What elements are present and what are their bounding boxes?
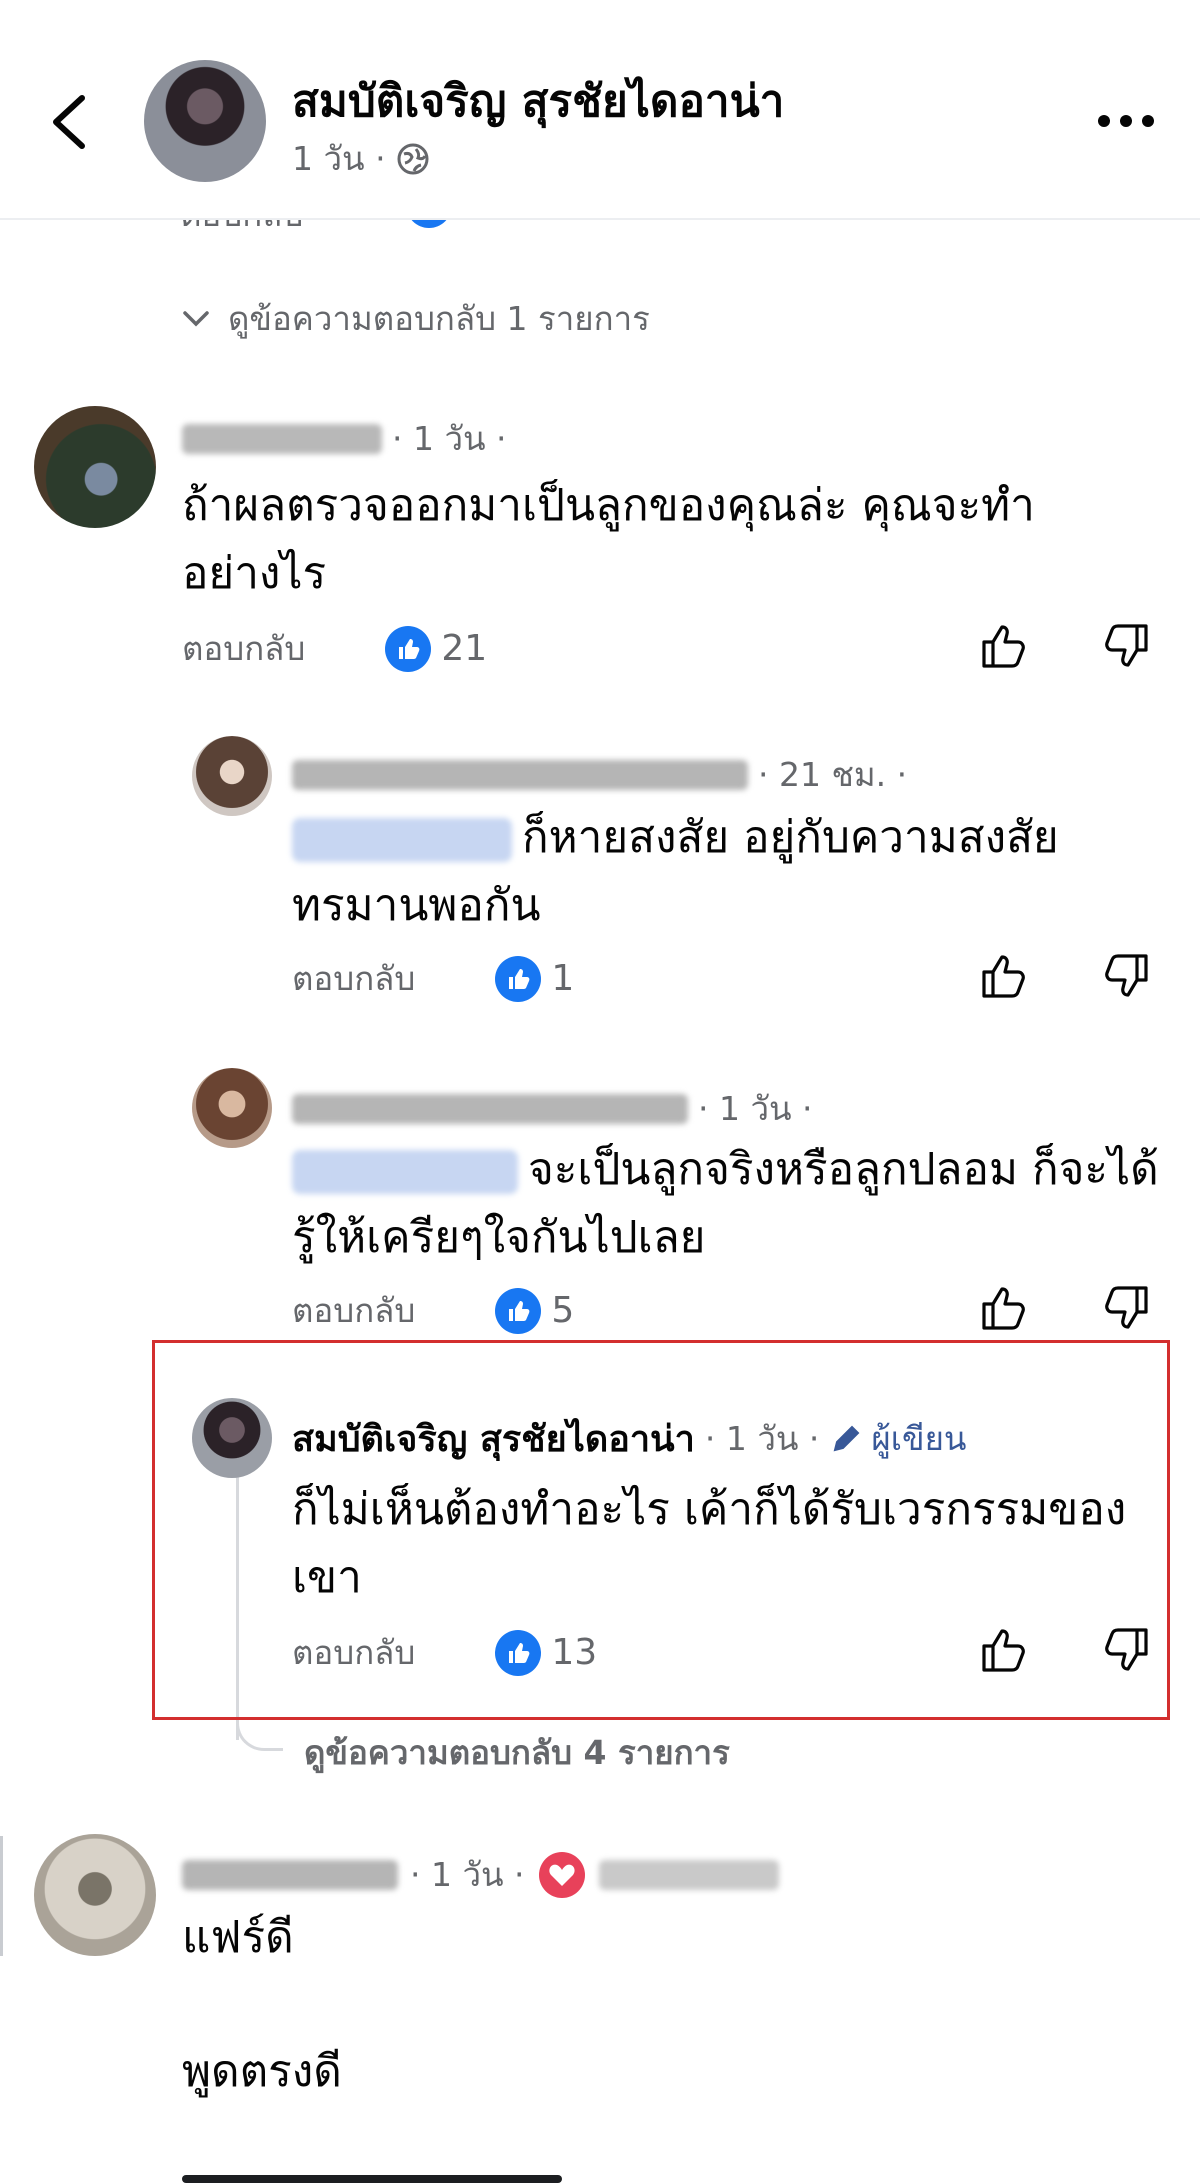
like-summary: 13 — [495, 1629, 598, 1676]
comment-time: · 21 ชม. · — [758, 755, 908, 794]
author-avatar[interactable] — [192, 1398, 272, 1478]
like-summary: 5 — [495, 1287, 575, 1334]
comment-header: · 21 ชม. · — [292, 748, 907, 801]
comment-time: · 1 วัน · — [392, 419, 507, 458]
blurred-reaction-label — [598, 1859, 779, 1890]
commenter-avatar[interactable] — [192, 1068, 272, 1148]
post-meta: 1 วัน · — [292, 132, 430, 185]
comment-actions: ตอบกลับ 13 — [292, 1626, 597, 1679]
comment-text: จะเป็นลูกจริงหรือลูกปลอม ก็จะได้รู้ให้เค… — [292, 1144, 1159, 1263]
author-badge: ผู้เขียน — [829, 1412, 966, 1465]
comment-text: ถ้าผลตรวจออกมาเป็นลูกของคุณล่ะ คุณจะทำอย… — [182, 480, 1035, 599]
like-badge-icon — [495, 1629, 542, 1676]
thumbs-up-icon[interactable] — [978, 1624, 1030, 1676]
comment-time: · 1 วัน · — [704, 1419, 820, 1458]
commenter-avatar[interactable] — [34, 1834, 156, 1956]
reply-button[interactable]: ตอบกลับ — [292, 1284, 415, 1337]
thumbs-down-icon[interactable] — [1100, 1624, 1152, 1676]
post-time: 1 วัน · — [292, 139, 386, 178]
author-avatar[interactable] — [144, 60, 266, 182]
comment-header: · 1 วัน · — [292, 1082, 813, 1135]
commenter-name[interactable]: สมบัติเจริญ สุรชัยไดอาน่า — [292, 1410, 695, 1467]
view-replies-label: ดูข้อความตอบกลับ 1 รายการ — [228, 299, 650, 338]
blurred-name[interactable] — [292, 1093, 688, 1124]
like-count: 21 — [441, 628, 488, 669]
like-summary: 1 — [495, 955, 575, 1002]
reply-button[interactable]: ตอบกลับ — [182, 622, 305, 675]
mentioned-user[interactable] — [292, 1150, 518, 1194]
comment-time: · 1 วัน · — [698, 1089, 813, 1128]
pencil-icon — [834, 1425, 860, 1451]
thumbs-up-icon[interactable] — [978, 620, 1030, 672]
view-replies-link[interactable]: ดูข้อความตอบกลับ 1 รายการ — [182, 292, 650, 345]
blurred-name[interactable] — [182, 1859, 398, 1890]
comment-actions: ตอบกลับ 21 — [182, 622, 487, 675]
comment-actions: ตอบกลับ 5 — [292, 1284, 574, 1337]
comment-header: · 1 วัน · — [182, 1848, 779, 1901]
author-tag-label: ผู้เขียน — [871, 1419, 967, 1458]
reply-button[interactable]: ตอบกลับ — [292, 1626, 415, 1679]
comment-header: สมบัติเจริญ สุรชัยไดอาน่า · 1 วัน · ผู้เ… — [292, 1410, 966, 1467]
thumbs-down-icon[interactable] — [1100, 1282, 1152, 1334]
globe-icon — [397, 143, 429, 174]
post-header: สมบัติเจริญ สุรชัยไดอาน่า 1 วัน · — [0, 0, 1200, 220]
comment-text-line2: พูดตรงดี — [182, 2046, 342, 2097]
blurred-name[interactable] — [182, 423, 382, 454]
author-name[interactable]: สมบัติเจริญ สุรชัยไดอาน่า — [292, 66, 784, 136]
back-arrow-icon[interactable] — [44, 92, 94, 152]
view-more-replies-link[interactable]: ดูข้อความตอบกลับ 4 รายการ — [304, 1726, 730, 1779]
more-options-icon[interactable] — [1094, 106, 1158, 136]
like-badge-icon — [385, 625, 432, 672]
thumbs-down-icon[interactable] — [1100, 620, 1152, 672]
commenter-avatar[interactable] — [34, 406, 156, 528]
thumbs-up-icon[interactable] — [978, 950, 1030, 1002]
like-count: 5 — [551, 1290, 575, 1331]
reply-button[interactable]: ตอบกลับ — [292, 952, 415, 1005]
comment-time: · 1 วัน · — [410, 1855, 525, 1894]
cut-off-text — [182, 2160, 662, 2183]
comment-text: ก็หายสงสัย อยู่กับความสงสัยทรมานพอกัน — [292, 812, 1059, 931]
thumbs-down-icon[interactable] — [1100, 950, 1152, 1002]
like-badge-icon — [495, 1287, 542, 1334]
like-summary: 21 — [385, 625, 488, 672]
comment-header: · 1 วัน · — [182, 412, 507, 465]
comment-actions: ตอบกลับ 1 — [292, 952, 574, 1005]
comment-text: ก็ไม่เห็นต้องทำอะไร เค้าก็ได้รับเวรกรรมข… — [292, 1484, 1127, 1603]
chevron-down-icon — [183, 310, 209, 326]
comment-text-line1: แฟร์ดี — [182, 1912, 294, 1963]
like-count: 13 — [551, 1632, 598, 1673]
like-count: 1 — [551, 958, 575, 999]
commenter-avatar[interactable] — [192, 736, 272, 816]
mentioned-user[interactable] — [292, 818, 512, 862]
like-badge-icon — [495, 955, 542, 1002]
thumbs-up-icon[interactable] — [978, 1282, 1030, 1334]
blurred-name[interactable] — [292, 759, 748, 790]
thread-indicator — [0, 1836, 3, 1956]
heart-reaction-icon — [538, 1851, 585, 1898]
